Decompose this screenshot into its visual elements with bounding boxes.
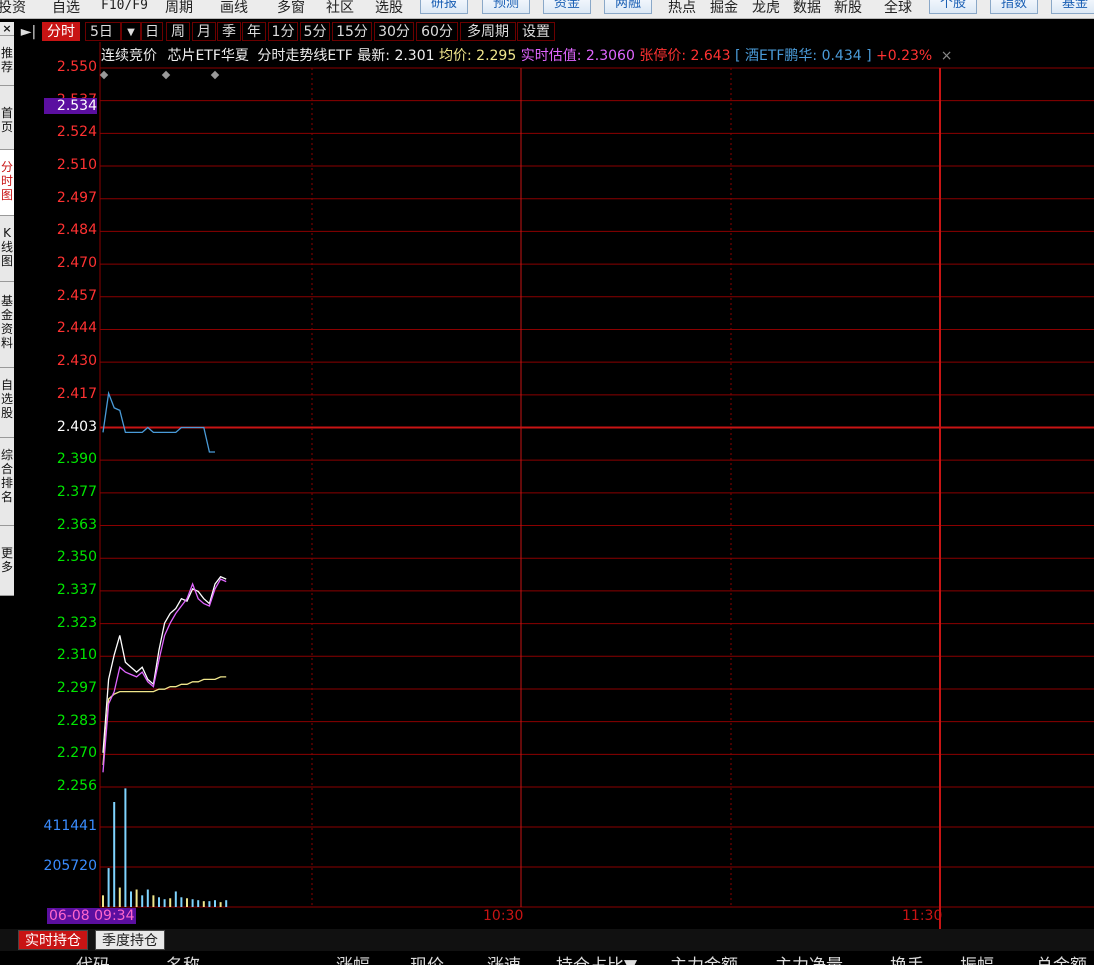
volume-bar: [118, 887, 121, 907]
col-speed[interactable]: 涨速: [487, 951, 521, 965]
time-tick-label: 10:30: [483, 908, 524, 924]
col-name[interactable]: 名称: [166, 951, 200, 965]
event-marker: [210, 70, 220, 80]
price-tick-label: 2.310: [56, 647, 97, 664]
col-turnover[interactable]: 换手: [890, 951, 924, 965]
event-marker: [161, 70, 171, 80]
volume-bar: [135, 889, 138, 907]
volume-bar: [214, 900, 216, 907]
volume-bar: [152, 895, 155, 907]
tab-quarterly-holdings[interactable]: 季度持仓: [95, 930, 165, 950]
price-tick-label: 2.550: [56, 59, 97, 75]
volume-bar: [197, 900, 200, 907]
price-tick-label: 2.497: [56, 189, 97, 206]
volume-bar: [163, 899, 166, 907]
price-tick-label: 2.283: [56, 712, 97, 729]
time-axis-start: 06-08 09:34: [47, 908, 137, 924]
volume-bar: [225, 900, 228, 907]
price-tick-label: 2.337: [56, 581, 97, 598]
volume-bar: [208, 901, 211, 907]
price-tick-label: 2.510: [56, 157, 97, 174]
time-tick-label: 11:30: [902, 908, 943, 924]
estimate-label: 实时估值:: [520, 48, 582, 64]
limit-value: 2.643: [690, 48, 731, 64]
col-weight[interactable]: 持仓占比▼: [556, 951, 637, 965]
col-amplitude[interactable]: 振幅: [960, 951, 994, 965]
trade-status: 连续竞价: [101, 48, 157, 64]
volume-bar: [124, 788, 127, 907]
price-tick-label: 2.444: [56, 320, 97, 337]
quote-info-line: 连续竞价 芯片ETF华夏 分时走势线ETF 最新: 2.301 均价: 2.29…: [101, 46, 952, 66]
price-tick-label: 2.350: [56, 549, 97, 566]
price-tick-label: 2.403: [56, 418, 97, 435]
volume-bar: [158, 897, 160, 907]
avg-value: 2.295: [476, 48, 517, 64]
volume-bar: [169, 898, 172, 907]
chart-markers: [99, 70, 220, 80]
chart-grid: [99, 42, 1094, 930]
price-tick-label: 2.363: [56, 516, 97, 533]
volume-bar: [219, 902, 222, 907]
change-percent: +0.23%: [876, 48, 933, 64]
event-marker: [99, 70, 109, 80]
latest-value: 2.301: [394, 48, 435, 64]
price-tick-label: 2.417: [56, 385, 97, 402]
chart-label: 分时走势线ETF: [257, 48, 353, 64]
compare-label: [ 酒ETF鹏华: 0.434 ]: [735, 48, 872, 64]
volume-bar: [146, 889, 149, 907]
price-tick-label: 2.297: [56, 679, 97, 696]
volume-bar: [180, 897, 183, 907]
price-highlight-label: 2.534: [44, 98, 97, 115]
volume-tick-label: 205720: [43, 858, 97, 874]
limit-label: 张停价:: [639, 48, 687, 64]
volume-bar: [191, 899, 194, 907]
col-change[interactable]: 涨幅: [336, 951, 370, 965]
chart-series: [102, 390, 227, 773]
price-tick-label: 2.457: [56, 287, 97, 304]
series-line-均价: [102, 676, 227, 766]
volume-bar: [113, 802, 116, 907]
estimate-value: 2.3060: [585, 48, 635, 64]
latest-label: 最新:: [357, 48, 390, 64]
volume-tick-label: 411441: [43, 818, 97, 834]
series-line-实时估值: [102, 578, 227, 773]
series-line-酒ETF鹏华: [102, 390, 215, 453]
volume-bar: [186, 898, 188, 907]
price-tick-label: 2.270: [56, 745, 97, 762]
price-tick-label: 2.377: [56, 483, 97, 500]
volume-bar: [102, 895, 104, 907]
series-line-最新: [102, 575, 227, 753]
col-main-amount[interactable]: 主力金额: [670, 951, 738, 965]
price-tick-label: 2.470: [56, 255, 97, 272]
price-tick-label: 2.256: [56, 778, 97, 794]
col-total-amount[interactable]: 总金额: [1036, 951, 1087, 965]
avg-label: 均价:: [438, 48, 472, 64]
volume-bar: [130, 891, 132, 907]
col-price[interactable]: 现价: [410, 951, 444, 965]
price-tick-label: 2.390: [56, 451, 97, 468]
volume-bar: [174, 891, 177, 907]
tab-realtime-holdings[interactable]: 实时持仓: [18, 930, 88, 950]
volume-bar: [107, 868, 110, 907]
col-main-net[interactable]: 主力净量: [775, 951, 843, 965]
price-tick-label: 2.484: [56, 222, 97, 239]
close-icon[interactable]: ×: [941, 48, 953, 64]
intraday-chart: [99, 42, 1094, 930]
price-tick-label: 2.430: [56, 353, 97, 370]
holdings-table-header: 代码 名称 涨幅 现价 涨速 持仓占比▼ 主力金额 主力净量 换手 振幅 总金额: [0, 951, 1094, 965]
price-tick-label: 2.323: [56, 614, 97, 631]
volume-bar: [202, 901, 205, 907]
security-name: 芯片ETF华夏: [167, 48, 249, 64]
volume-bar: [141, 895, 144, 907]
col-code[interactable]: 代码: [76, 951, 110, 965]
volume-bars: [102, 788, 228, 907]
price-tick-label: 2.524: [56, 124, 97, 141]
